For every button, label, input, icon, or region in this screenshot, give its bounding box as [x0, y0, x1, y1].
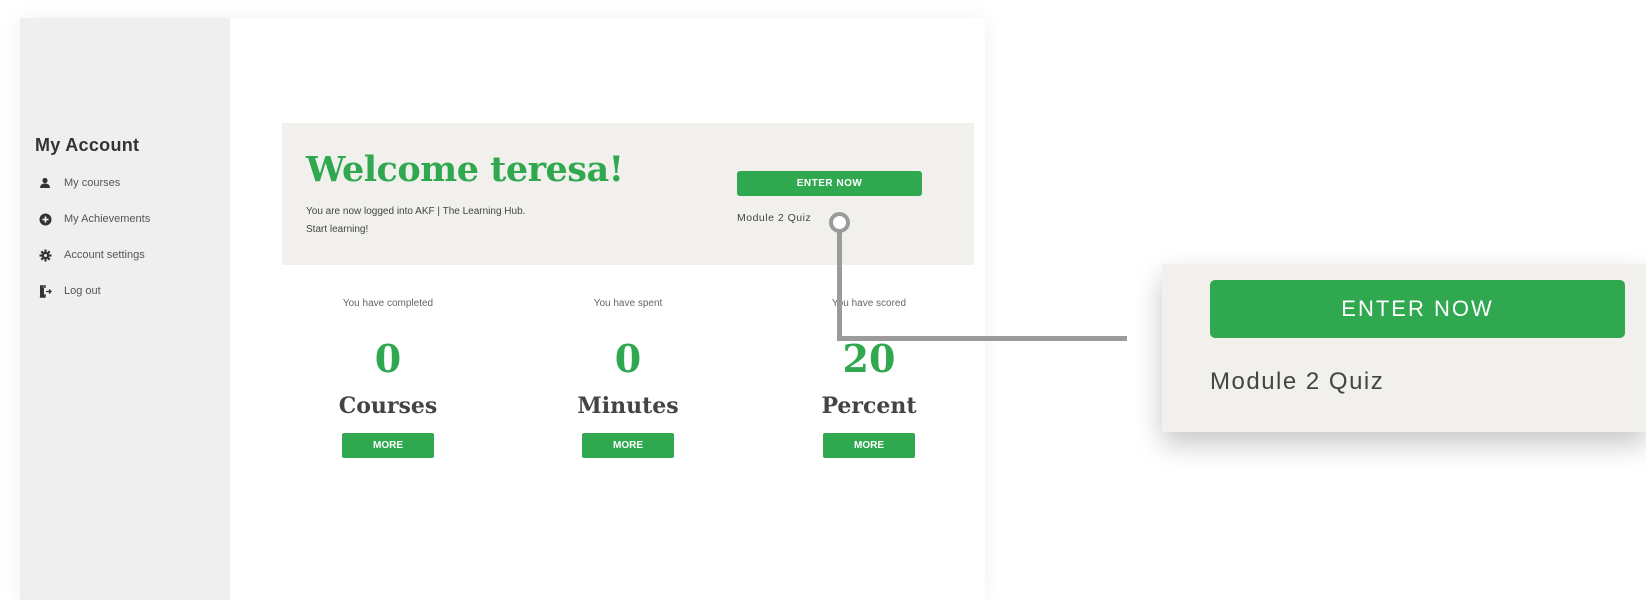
enter-now-button-zoomed[interactable]: ENTER NOW — [1210, 280, 1625, 338]
welcome-text-line: You are now logged into AKF | The Learni… — [306, 206, 526, 217]
welcome-text: You are now logged into AKF | The Learni… — [306, 203, 606, 239]
callout-connector — [837, 222, 842, 341]
stat-value: 20 — [842, 336, 896, 381]
achievement-icon — [38, 212, 52, 226]
stat-unit: Percent — [821, 393, 917, 419]
sidebar-title: My Account — [35, 135, 140, 155]
callout-connector — [837, 336, 1127, 341]
stat-value: 0 — [374, 336, 402, 381]
stat-label: You have spent — [593, 298, 663, 309]
stat-unit: Minutes — [577, 393, 679, 419]
welcome-text-line: Start learning! — [306, 224, 369, 235]
welcome-banner: Welcome teresa! You are now logged into … — [282, 123, 974, 265]
stat-courses: You have completed 0 Courses MORE — [288, 298, 488, 458]
stat-percent: You have scored 20 Percent MORE — [769, 298, 969, 458]
sidebar: My Account My courses My Achievements Ac… — [20, 18, 230, 600]
stat-label: You have scored — [831, 298, 907, 309]
stat-minutes: You have spent 0 Minutes MORE — [528, 298, 728, 458]
sidebar-item-label: Account settings — [64, 249, 145, 261]
welcome-title: Welcome teresa! — [306, 149, 624, 190]
sidebar-item-log-out[interactable]: Log out — [38, 284, 101, 298]
zoom-callout: ENTER NOW Module 2 Quiz — [1162, 264, 1646, 432]
module-quiz-label: Module 2 Quiz — [737, 212, 812, 224]
sidebar-item-my-courses[interactable]: My courses — [38, 176, 120, 190]
module-quiz-label-zoomed: Module 2 Quiz — [1210, 368, 1385, 395]
enter-now-button[interactable]: ENTER NOW — [737, 171, 922, 196]
logout-icon — [38, 284, 52, 298]
sidebar-item-my-achievements[interactable]: My Achievements — [38, 212, 150, 226]
more-button[interactable]: MORE — [582, 433, 674, 458]
stat-label: You have completed — [342, 298, 434, 309]
callout-pin-icon — [829, 212, 850, 233]
sidebar-item-label: My Achievements — [64, 213, 151, 225]
more-button[interactable]: MORE — [823, 433, 915, 458]
more-button[interactable]: MORE — [342, 433, 434, 458]
user-icon — [38, 176, 52, 190]
stat-unit: Courses — [338, 393, 438, 419]
gear-icon — [38, 248, 52, 262]
sidebar-item-label: My courses — [64, 177, 121, 189]
sidebar-item-label: Log out — [64, 285, 101, 297]
stat-value: 0 — [614, 336, 642, 381]
sidebar-item-account-settings[interactable]: Account settings — [38, 248, 145, 262]
